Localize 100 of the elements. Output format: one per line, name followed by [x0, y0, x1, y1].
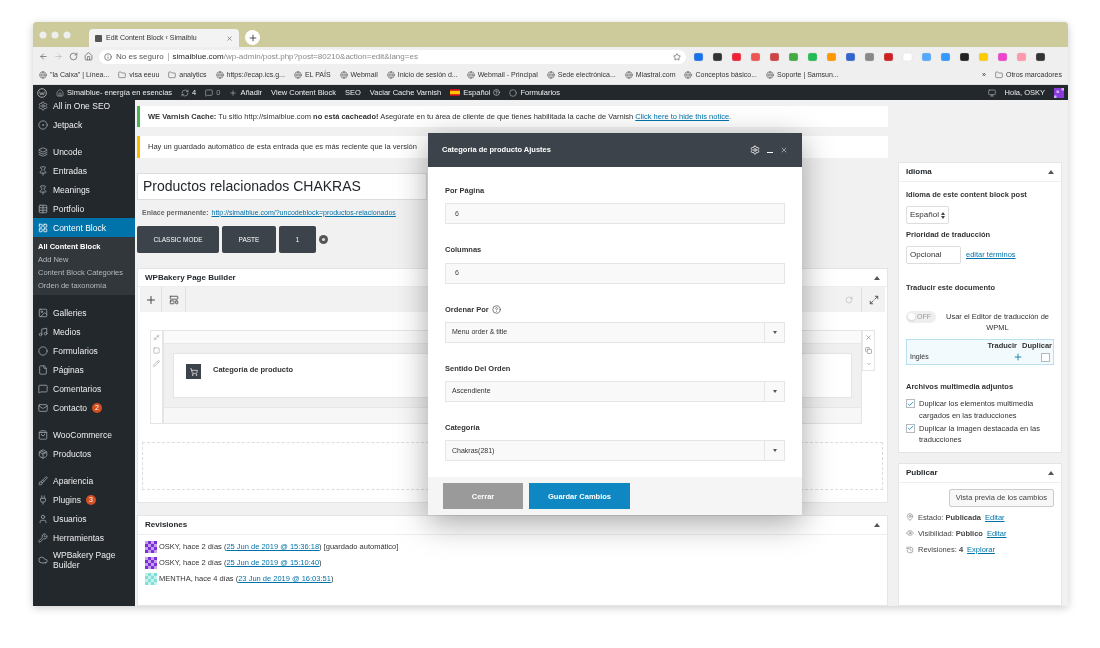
caret-up-icon[interactable]	[874, 523, 880, 527]
caret-down-icon[interactable]	[865, 360, 872, 367]
user-icon	[38, 513, 48, 524]
globe-icon	[293, 71, 302, 79]
pin-icon	[38, 165, 48, 176]
checkbox[interactable]	[906, 423, 915, 433]
caret-down-icon	[772, 330, 777, 334]
history-icon	[906, 545, 914, 554]
folder-icon	[118, 71, 127, 79]
sidebar-item[interactable]: Usuarios	[33, 509, 135, 528]
globe-icon	[466, 71, 475, 79]
language-select[interactable]: Español	[906, 206, 949, 225]
music-icon	[38, 326, 48, 337]
copy-icon[interactable]	[865, 347, 872, 354]
title-field[interactable]: Productos relacionados CHAKRAS	[137, 172, 427, 200]
sidebar-item[interactable]: WPBakery Page Builder	[33, 547, 135, 573]
sidebar-item[interactable]: Productos	[33, 444, 135, 463]
cart-icon	[186, 364, 201, 379]
checkbox[interactable]	[906, 399, 915, 409]
caret-down-icon	[772, 449, 777, 453]
globe-icon	[624, 71, 633, 79]
avatar-icon[interactable]	[1054, 87, 1064, 98]
address-bar[interactable]: No es seguro simaiblue.com/wp-admin/post.php?post=80210&action=edit&lang=es	[99, 49, 686, 64]
home-icon[interactable]	[84, 52, 93, 61]
bag-icon	[38, 429, 48, 440]
globe-icon	[546, 71, 555, 79]
pin-icon	[906, 513, 914, 522]
settings-icon[interactable]	[750, 145, 760, 155]
add-icon[interactable]	[144, 293, 157, 306]
folder-icon	[168, 71, 177, 79]
comment-icon	[205, 88, 214, 97]
brush-icon	[38, 475, 48, 486]
grid-icon	[38, 222, 48, 233]
panel-title: Revisiones	[145, 519, 188, 531]
wrench-icon	[38, 532, 48, 543]
sidebar-item[interactable]: Apariencia	[33, 471, 135, 490]
sidebar-item[interactable]: Páginas	[33, 360, 135, 379]
dot-icon[interactable]	[319, 235, 328, 244]
globe-icon	[765, 71, 774, 79]
caret-up-icon[interactable]	[1048, 170, 1054, 174]
help-icon	[493, 89, 501, 96]
move-icon[interactable]	[153, 334, 160, 341]
cloud-icon	[38, 555, 48, 565]
column-icon[interactable]	[153, 347, 160, 354]
folder-icon	[994, 71, 1003, 79]
globe-icon	[684, 71, 693, 79]
flag-icon	[450, 89, 461, 96]
sidebar-item[interactable]: Galleries	[33, 303, 135, 322]
sort-arrows-icon	[940, 211, 945, 219]
gear-icon	[38, 100, 48, 111]
layout-icon[interactable]	[168, 294, 179, 305]
sidebar-item[interactable]: Formularios	[33, 341, 135, 360]
sidebar-item[interactable]: Content Block	[33, 218, 135, 237]
fullscreen-icon[interactable]	[868, 294, 879, 305]
pin-icon	[38, 184, 48, 195]
sidebar-item[interactable]: Medios	[33, 322, 135, 341]
comment-icon	[38, 383, 48, 394]
page-icon	[38, 364, 48, 375]
home-icon	[56, 88, 64, 97]
globe-icon	[386, 71, 395, 79]
panel-title: Idioma	[906, 166, 932, 178]
close-icon[interactable]	[226, 34, 233, 42]
eye-icon	[906, 529, 914, 538]
plus-icon	[229, 88, 238, 97]
sidebar-item[interactable]: Meanings	[33, 180, 135, 199]
sidebar-item[interactable]: WooCommerce	[33, 425, 135, 444]
layers-icon	[38, 146, 48, 157]
logo-icon[interactable]	[37, 87, 47, 98]
help-icon[interactable]	[491, 304, 501, 314]
box-icon	[38, 448, 48, 459]
sidebar-item[interactable]: Entradas	[33, 161, 135, 180]
sidebar-item[interactable]: Comentarios	[33, 379, 135, 398]
circle-icon	[509, 88, 518, 97]
grid-icon	[38, 203, 48, 214]
globe-icon	[39, 71, 47, 79]
circle-icon	[38, 119, 48, 130]
caret-up-icon[interactable]	[874, 275, 880, 280]
add-icon[interactable]	[1013, 351, 1023, 362]
globe-icon	[339, 71, 348, 79]
panel-title: Publicar	[906, 467, 938, 480]
back-icon[interactable]	[39, 52, 48, 61]
circle-icon	[38, 345, 48, 356]
edit-icon[interactable]	[153, 360, 160, 367]
sidebar-item[interactable]: Herramientas	[33, 528, 135, 547]
monitor-icon[interactable]	[987, 88, 996, 97]
caret-up-icon[interactable]	[1048, 471, 1054, 476]
plug-icon	[38, 494, 48, 505]
panel-title: WPBakery Page Builder	[145, 271, 236, 284]
favicon-icon	[95, 34, 102, 42]
caret-down-icon	[772, 390, 777, 393]
sidebar-item[interactable]: Uncode	[33, 142, 135, 161]
close-icon[interactable]	[865, 334, 872, 341]
sidebar-item[interactable]: All in One SEO	[33, 100, 135, 115]
sidebar-item[interactable]: Jetpack	[33, 115, 135, 134]
checkbox[interactable]	[1041, 352, 1050, 362]
reload-icon[interactable]	[69, 52, 78, 61]
globe-icon	[215, 71, 224, 79]
priority-select[interactable]: Opcional	[906, 245, 961, 264]
image-icon	[38, 307, 48, 318]
sidebar-item[interactable]: Portfolio	[33, 199, 135, 218]
